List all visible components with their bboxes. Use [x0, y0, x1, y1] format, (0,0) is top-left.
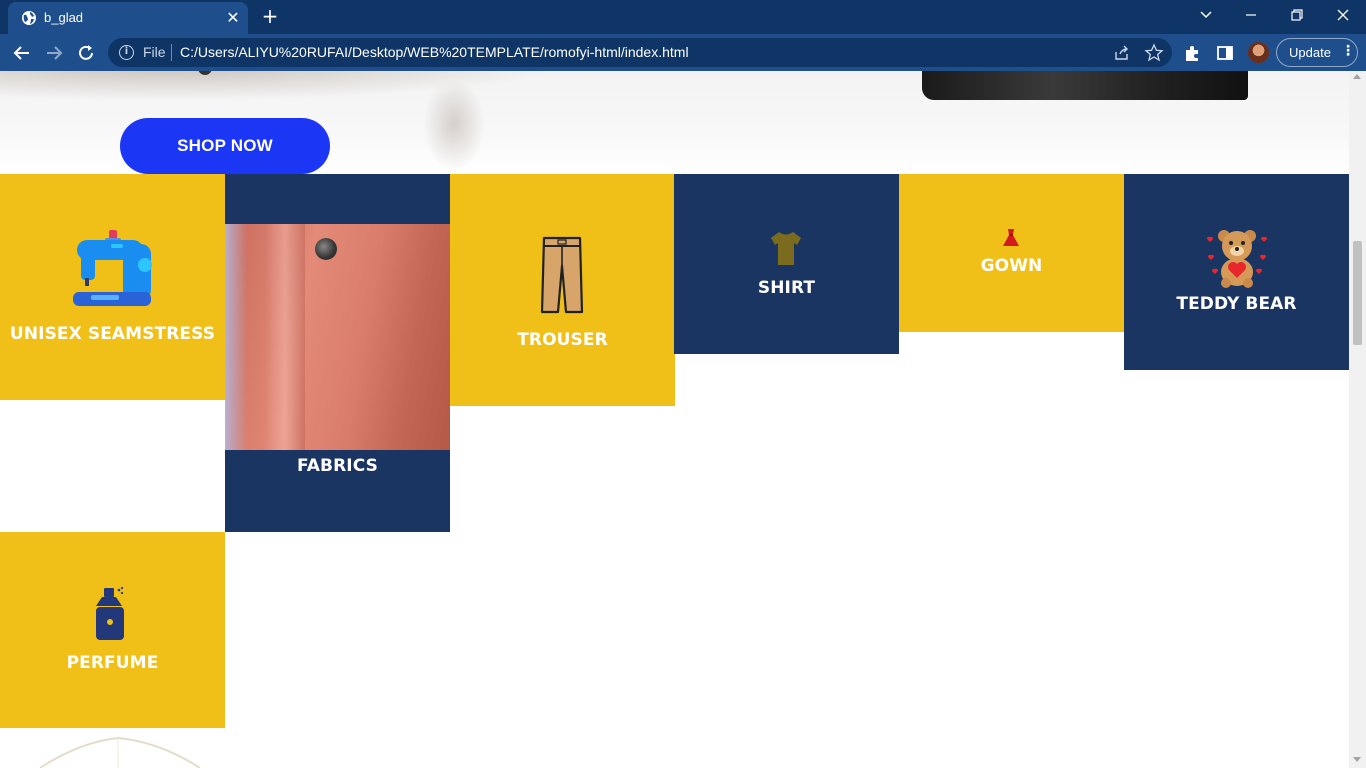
share-icon[interactable] [1112, 43, 1132, 63]
profile-avatar[interactable] [1248, 42, 1269, 63]
category-card-perfume[interactable]: PERFUME [0, 532, 225, 728]
category-label: TROUSER [517, 330, 608, 350]
restore-icon[interactable] [1285, 4, 1309, 26]
close-tab-icon[interactable]: ✕ [224, 9, 242, 27]
category-card-shirt[interactable]: SHIRT [674, 174, 899, 354]
browser-toolbar: i File C:/Users/ALIYU%20RUFAI/Desktop/WE… [0, 34, 1366, 71]
hero-banner: SHOP NOW [0, 71, 1349, 174]
category-label: PERFUME [66, 653, 159, 673]
fabric-photo [225, 224, 450, 450]
category-label: SHIRT [757, 278, 816, 298]
back-arrow-icon[interactable] [10, 41, 34, 65]
fabric-button-detail [315, 238, 337, 260]
trouser-icon [540, 236, 584, 314]
hero-model-image [922, 71, 1248, 100]
star-icon[interactable] [1144, 43, 1164, 63]
category-label: FABRICS [297, 456, 378, 476]
scroll-down-arrow-icon[interactable] [1353, 757, 1361, 762]
side-panel-icon[interactable] [1214, 42, 1236, 64]
category-card-gown[interactable]: GOWN [899, 174, 1124, 332]
update-label: Update [1289, 45, 1331, 60]
puzzle-icon[interactable] [1182, 42, 1204, 64]
address-bar[interactable]: i File C:/Users/ALIYU%20RUFAI/Desktop/WE… [108, 38, 1172, 67]
category-label: GOWN [980, 256, 1043, 276]
scrollbar-thumb[interactable] [1353, 241, 1362, 345]
category-label: UNISEX SEAMSTRESS [9, 324, 216, 344]
kebab-menu-icon[interactable]: ⋮ [1341, 43, 1355, 59]
globe-icon [22, 11, 36, 25]
browser-tab-strip: b_glad ✕ + [0, 0, 1366, 34]
scheme-label: File [143, 44, 166, 60]
category-label: TEDDY BEAR [1176, 294, 1297, 314]
divider [171, 44, 172, 61]
shirt-icon [771, 232, 801, 265]
category-card-seamstress[interactable]: UNISEX SEAMSTRESS [0, 174, 225, 400]
url-text[interactable]: C:/Users/ALIYU%20RUFAI/Desktop/WEB%20TEM… [180, 44, 689, 60]
category-card-fabrics[interactable]: FABRICS [225, 174, 450, 532]
browser-tab[interactable]: b_glad ✕ [8, 2, 248, 34]
category-card-teddy-bear[interactable]: TEDDY BEAR [1124, 174, 1349, 370]
shop-now-button[interactable]: SHOP NOW [120, 118, 330, 174]
gown-icon [1003, 229, 1019, 246]
forward-arrow-icon[interactable] [42, 41, 66, 65]
category-card-trouser[interactable]: TROUSER [450, 174, 675, 406]
minimize-icon[interactable] [1239, 4, 1263, 26]
close-icon[interactable] [1331, 4, 1355, 26]
next-section-image [40, 736, 200, 768]
new-tab-icon[interactable]: + [260, 6, 280, 26]
update-button[interactable]: Update ⋮ [1276, 38, 1358, 67]
info-icon[interactable]: i [119, 45, 134, 60]
reload-icon[interactable] [74, 41, 98, 65]
teddy-bear-icon [1206, 230, 1268, 288]
hero-decoration [424, 79, 484, 169]
chevron-down-icon[interactable] [1194, 4, 1218, 26]
tab-title: b_glad [44, 10, 84, 25]
perfume-icon [96, 586, 124, 640]
scroll-up-arrow-icon[interactable] [1353, 74, 1361, 79]
page-viewport: SHOP NOW UNISEX SEAMSTRESS FABRICS TROUS… [0, 71, 1349, 768]
vertical-scrollbar[interactable] [1349, 71, 1366, 768]
sewing-machine-icon [73, 230, 152, 306]
